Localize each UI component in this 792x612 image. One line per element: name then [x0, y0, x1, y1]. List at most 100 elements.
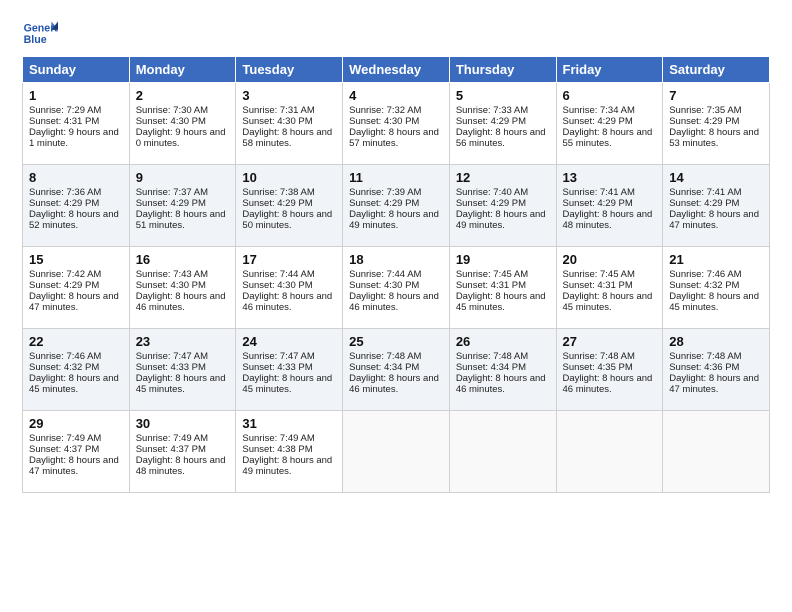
sunset-label: Sunset: 4:37 PM	[29, 444, 99, 455]
day-number: 31	[242, 416, 336, 431]
day-number: 22	[29, 334, 123, 349]
day-number: 6	[563, 88, 657, 103]
sunrise-label: Sunrise: 7:41 AM	[563, 187, 635, 198]
day-number: 20	[563, 252, 657, 267]
sunset-label: Sunset: 4:38 PM	[242, 444, 312, 455]
calendar-cell: 11 Sunrise: 7:39 AM Sunset: 4:29 PM Dayl…	[343, 165, 450, 247]
calendar-cell: 13 Sunrise: 7:41 AM Sunset: 4:29 PM Dayl…	[556, 165, 663, 247]
sunrise-label: Sunrise: 7:32 AM	[349, 105, 421, 116]
day-number: 10	[242, 170, 336, 185]
calendar-cell	[556, 411, 663, 493]
day-number: 11	[349, 170, 443, 185]
calendar-cell: 26 Sunrise: 7:48 AM Sunset: 4:34 PM Dayl…	[449, 329, 556, 411]
day-number: 5	[456, 88, 550, 103]
sunrise-label: Sunrise: 7:41 AM	[669, 187, 741, 198]
calendar-cell: 5 Sunrise: 7:33 AM Sunset: 4:29 PM Dayli…	[449, 83, 556, 165]
calendar-cell: 27 Sunrise: 7:48 AM Sunset: 4:35 PM Dayl…	[556, 329, 663, 411]
day-number: 21	[669, 252, 763, 267]
daylight-label: Daylight: 9 hours and 1 minute.	[29, 127, 119, 149]
sunset-label: Sunset: 4:29 PM	[669, 198, 739, 209]
calendar-table: SundayMondayTuesdayWednesdayThursdayFrid…	[22, 56, 770, 493]
sunrise-label: Sunrise: 7:47 AM	[242, 351, 314, 362]
sunrise-label: Sunrise: 7:48 AM	[349, 351, 421, 362]
daylight-label: Daylight: 8 hours and 45 minutes.	[136, 373, 226, 395]
sunrise-label: Sunrise: 7:48 AM	[563, 351, 635, 362]
calendar-cell: 23 Sunrise: 7:47 AM Sunset: 4:33 PM Dayl…	[129, 329, 236, 411]
daylight-label: Daylight: 8 hours and 51 minutes.	[136, 209, 226, 231]
sunrise-label: Sunrise: 7:37 AM	[136, 187, 208, 198]
calendar-cell: 25 Sunrise: 7:48 AM Sunset: 4:34 PM Dayl…	[343, 329, 450, 411]
day-number: 12	[456, 170, 550, 185]
calendar-cell: 17 Sunrise: 7:44 AM Sunset: 4:30 PM Dayl…	[236, 247, 343, 329]
day-number: 18	[349, 252, 443, 267]
calendar-cell: 31 Sunrise: 7:49 AM Sunset: 4:38 PM Dayl…	[236, 411, 343, 493]
daylight-label: Daylight: 8 hours and 46 minutes.	[563, 373, 653, 395]
calendar-cell: 8 Sunrise: 7:36 AM Sunset: 4:29 PM Dayli…	[23, 165, 130, 247]
calendar-cell: 4 Sunrise: 7:32 AM Sunset: 4:30 PM Dayli…	[343, 83, 450, 165]
calendar-cell: 16 Sunrise: 7:43 AM Sunset: 4:30 PM Dayl…	[129, 247, 236, 329]
calendar-cell: 21 Sunrise: 7:46 AM Sunset: 4:32 PM Dayl…	[663, 247, 770, 329]
sunset-label: Sunset: 4:37 PM	[136, 444, 206, 455]
daylight-label: Daylight: 8 hours and 46 minutes.	[349, 373, 439, 395]
sunset-label: Sunset: 4:29 PM	[29, 280, 99, 291]
daylight-label: Daylight: 8 hours and 47 minutes.	[29, 291, 119, 313]
sunset-label: Sunset: 4:29 PM	[242, 198, 312, 209]
sunrise-label: Sunrise: 7:46 AM	[29, 351, 101, 362]
daylight-label: Daylight: 8 hours and 47 minutes.	[29, 455, 119, 477]
day-number: 23	[136, 334, 230, 349]
calendar-week-row: 15 Sunrise: 7:42 AM Sunset: 4:29 PM Dayl…	[23, 247, 770, 329]
weekday-header: Wednesday	[343, 57, 450, 83]
daylight-label: Daylight: 8 hours and 46 minutes.	[456, 373, 546, 395]
calendar-cell: 12 Sunrise: 7:40 AM Sunset: 4:29 PM Dayl…	[449, 165, 556, 247]
daylight-label: Daylight: 8 hours and 48 minutes.	[136, 455, 226, 477]
weekday-header: Monday	[129, 57, 236, 83]
calendar-cell: 10 Sunrise: 7:38 AM Sunset: 4:29 PM Dayl…	[236, 165, 343, 247]
calendar-body: 1 Sunrise: 7:29 AM Sunset: 4:31 PM Dayli…	[23, 83, 770, 493]
sunset-label: Sunset: 4:30 PM	[349, 116, 419, 127]
daylight-label: Daylight: 8 hours and 47 minutes.	[669, 373, 759, 395]
day-number: 4	[349, 88, 443, 103]
daylight-label: Daylight: 8 hours and 57 minutes.	[349, 127, 439, 149]
sunrise-label: Sunrise: 7:39 AM	[349, 187, 421, 198]
sunset-label: Sunset: 4:35 PM	[563, 362, 633, 373]
calendar-cell: 6 Sunrise: 7:34 AM Sunset: 4:29 PM Dayli…	[556, 83, 663, 165]
sunset-label: Sunset: 4:30 PM	[136, 116, 206, 127]
sunrise-label: Sunrise: 7:38 AM	[242, 187, 314, 198]
day-number: 9	[136, 170, 230, 185]
daylight-label: Daylight: 8 hours and 49 minutes.	[456, 209, 546, 231]
sunrise-label: Sunrise: 7:45 AM	[456, 269, 528, 280]
daylight-label: Daylight: 8 hours and 55 minutes.	[563, 127, 653, 149]
calendar-cell: 20 Sunrise: 7:45 AM Sunset: 4:31 PM Dayl…	[556, 247, 663, 329]
sunset-label: Sunset: 4:29 PM	[29, 198, 99, 209]
daylight-label: Daylight: 8 hours and 50 minutes.	[242, 209, 332, 231]
day-number: 14	[669, 170, 763, 185]
sunset-label: Sunset: 4:29 PM	[456, 198, 526, 209]
day-number: 27	[563, 334, 657, 349]
sunset-label: Sunset: 4:31 PM	[456, 280, 526, 291]
daylight-label: Daylight: 8 hours and 53 minutes.	[669, 127, 759, 149]
daylight-label: Daylight: 8 hours and 49 minutes.	[242, 455, 332, 477]
day-number: 13	[563, 170, 657, 185]
sunset-label: Sunset: 4:29 PM	[563, 116, 633, 127]
calendar-week-row: 29 Sunrise: 7:49 AM Sunset: 4:37 PM Dayl…	[23, 411, 770, 493]
daylight-label: Daylight: 8 hours and 52 minutes.	[29, 209, 119, 231]
sunset-label: Sunset: 4:30 PM	[242, 116, 312, 127]
sunset-label: Sunset: 4:31 PM	[563, 280, 633, 291]
daylight-label: Daylight: 8 hours and 45 minutes.	[29, 373, 119, 395]
sunrise-label: Sunrise: 7:44 AM	[349, 269, 421, 280]
day-number: 29	[29, 416, 123, 431]
sunset-label: Sunset: 4:34 PM	[456, 362, 526, 373]
day-number: 17	[242, 252, 336, 267]
sunrise-label: Sunrise: 7:48 AM	[456, 351, 528, 362]
sunrise-label: Sunrise: 7:36 AM	[29, 187, 101, 198]
calendar-week-row: 22 Sunrise: 7:46 AM Sunset: 4:32 PM Dayl…	[23, 329, 770, 411]
sunrise-label: Sunrise: 7:47 AM	[136, 351, 208, 362]
sunrise-label: Sunrise: 7:49 AM	[242, 433, 314, 444]
sunrise-label: Sunrise: 7:29 AM	[29, 105, 101, 116]
calendar-header-row: SundayMondayTuesdayWednesdayThursdayFrid…	[23, 57, 770, 83]
sunset-label: Sunset: 4:29 PM	[349, 198, 419, 209]
daylight-label: Daylight: 8 hours and 45 minutes.	[242, 373, 332, 395]
sunrise-label: Sunrise: 7:43 AM	[136, 269, 208, 280]
sunrise-label: Sunrise: 7:49 AM	[136, 433, 208, 444]
day-number: 2	[136, 88, 230, 103]
